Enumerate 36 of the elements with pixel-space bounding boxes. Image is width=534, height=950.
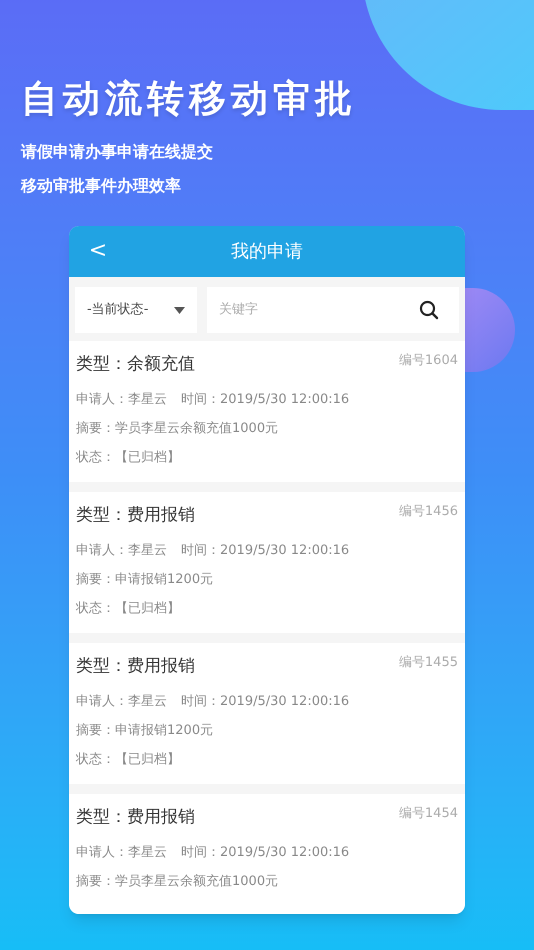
request-type: 类型：费用报销 <box>76 806 195 829</box>
subtitle: 移动审批事件办理效率 <box>21 176 182 196</box>
applicant-text: 申请人：李星云 <box>76 693 167 710</box>
screen-title: 我的申请 <box>231 240 303 264</box>
summary-text: 摘要：学员李星云余额充值1000元 <box>76 420 280 437</box>
request-type: 类型：余额充值 <box>76 353 195 376</box>
summary-text: 摘要：申请报销1200元 <box>76 722 214 739</box>
summary-text: 摘要：学员李星云余额充值1000元 <box>76 873 280 890</box>
headline: 自动流转移动审批 <box>21 76 358 122</box>
search-field[interactable]: 关键字 <box>207 287 419 333</box>
applicant-text: 申请人：李星云 <box>76 844 167 861</box>
request-type: 类型：费用报销 <box>76 504 195 527</box>
request-card[interactable]: 类型：费用报销 编号1455 申请人：李星云 时间：2019/5/30 12:00:16 摘要：申请报销1200元 状态：【已归档】 <box>69 643 465 784</box>
time-text: 时间：2019/5/30 12:00:16 <box>181 542 350 559</box>
search-icon <box>419 300 439 320</box>
time-text: 时间：2019/5/30 12:00:16 <box>181 391 350 408</box>
applicant-text: 申请人：李星云 <box>76 542 167 559</box>
summary-text: 摘要：申请报销1200元 <box>76 571 214 588</box>
request-type: 类型：费用报销 <box>76 655 195 678</box>
request-number: 编号1455 <box>398 654 458 672</box>
request-card[interactable]: 类型：余额充值 编号1604 申请人：李星云 时间：2019/5/30 12:00:16 摘要：学员李星云余额充值1000元 状态：【已归档】 <box>69 341 465 482</box>
time-text: 时间：2019/5/30 12:00:16 <box>181 693 350 710</box>
request-number: 编号1454 <box>398 805 458 823</box>
status-text: 状态：【已归档】 <box>76 751 181 768</box>
caret-icon <box>174 306 185 314</box>
request-number: 编号1456 <box>398 503 458 521</box>
status-text: 状态：【已归档】 <box>76 449 181 466</box>
request-card[interactable]: 类型：费用报销 编号1456 申请人：李星云 时间：2019/5/30 12:00:16 摘要：申请报销1200元 状态：【已归档】 <box>69 492 465 633</box>
subtitle: 请假申请办事申请在线提交 <box>21 142 214 162</box>
applicant-text: 申请人：李星云 <box>76 391 167 408</box>
status-text: 状态：【已归档】 <box>76 600 181 617</box>
request-number: 编号1604 <box>398 352 458 370</box>
request-card[interactable]: 类型：费用报销 编号1454 申请人：李星云 时间：2019/5/30 12:00:16 摘要：学员李星云余额充值1000元 <box>69 794 465 914</box>
time-text: 时间：2019/5/30 12:00:16 <box>181 844 350 861</box>
status-dropdown[interactable]: -当前状态- <box>75 287 197 333</box>
search-button[interactable] <box>419 287 459 333</box>
